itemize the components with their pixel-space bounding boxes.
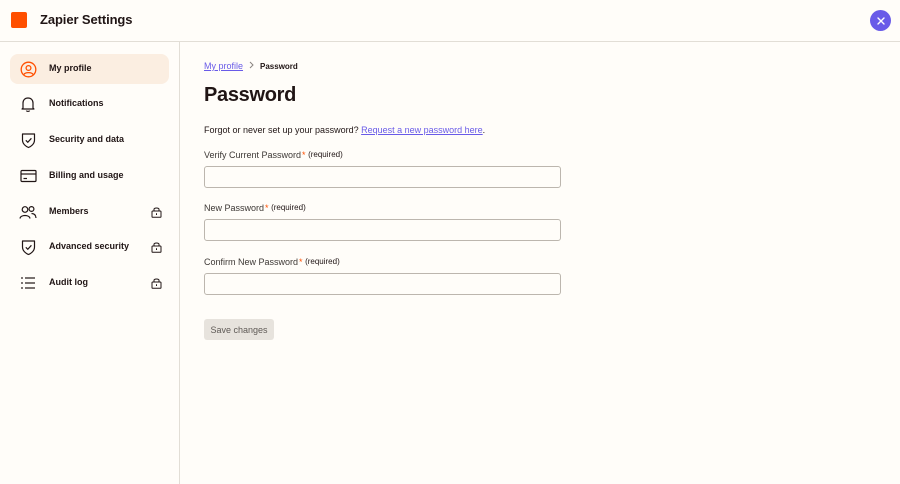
sidebar-item-label: Audit log — [49, 277, 88, 287]
list-icon — [19, 274, 37, 292]
confirm-new-password-label: Confirm New Password* (required) — [204, 257, 340, 267]
forgot-prefix: Forgot or never set up your password? — [204, 125, 359, 135]
sidebar-item-label: Security and data — [49, 134, 125, 144]
top-bar: Zapier Settings — [0, 0, 900, 42]
close-button[interactable] — [870, 10, 891, 31]
sidebar-item-security-and-data[interactable]: Security and data — [10, 125, 169, 155]
required-mark: * — [302, 150, 306, 160]
chevron-right-icon — [249, 61, 254, 71]
sidebar-item-members[interactable]: Members — [10, 197, 169, 227]
sidebar-item-my-profile[interactable]: My profile — [10, 54, 169, 84]
sidebar-item-audit-log[interactable]: Audit log — [10, 268, 169, 298]
new-password-input[interactable] — [204, 219, 561, 241]
breadcrumb: My profile Password — [204, 61, 298, 71]
users-icon — [19, 203, 37, 221]
sidebar: My profile Notifications Security and da… — [0, 42, 180, 484]
close-icon — [876, 16, 885, 25]
save-changes-button[interactable]: Save changes — [204, 319, 274, 340]
credit-card-icon — [19, 167, 37, 185]
sidebar-item-label: My profile — [49, 63, 92, 73]
sidebar-item-label: Billing and usage — [49, 170, 124, 180]
breadcrumb-current: Password — [260, 61, 298, 71]
required-mark: * — [265, 203, 269, 213]
shield-check-icon — [19, 131, 37, 149]
required-text: (required) — [271, 203, 306, 212]
verify-current-password-input[interactable] — [204, 166, 561, 188]
field-label-text: New Password — [204, 203, 265, 213]
required-text: (required) — [308, 150, 343, 159]
zapier-logo — [11, 12, 27, 28]
required-mark: * — [299, 257, 303, 267]
lock-icon — [151, 278, 162, 289]
forgot-password-text: Forgot or never set up your password? Re… — [204, 125, 485, 135]
bell-icon — [19, 95, 37, 113]
sidebar-item-advanced-security[interactable]: Advanced security — [10, 232, 169, 262]
required-text: (required) — [305, 257, 340, 266]
field-label-text: Confirm New Password — [204, 257, 299, 267]
field-label-text: Verify Current Password — [204, 150, 302, 160]
forgot-suffix: . — [482, 125, 486, 135]
new-password-label: New Password* (required) — [204, 203, 306, 213]
confirm-new-password-input[interactable] — [204, 273, 561, 295]
page-title: Password — [204, 84, 297, 106]
user-circle-icon — [19, 60, 37, 78]
verify-current-password-label: Verify Current Password* (required) — [204, 150, 343, 160]
shield-check-icon — [19, 238, 37, 256]
sidebar-item-notifications[interactable]: Notifications — [10, 89, 169, 119]
request-new-password-link[interactable]: Request a new password here — [361, 125, 483, 135]
lock-icon — [151, 207, 162, 218]
app-title: Zapier Settings — [40, 12, 133, 27]
lock-icon — [151, 242, 162, 253]
sidebar-item-label: Advanced security — [49, 241, 130, 251]
breadcrumb-my-profile-link[interactable]: My profile — [204, 61, 243, 71]
sidebar-item-label: Members — [49, 206, 89, 216]
sidebar-item-label: Notifications — [49, 98, 104, 108]
sidebar-item-billing-and-usage[interactable]: Billing and usage — [10, 161, 169, 191]
